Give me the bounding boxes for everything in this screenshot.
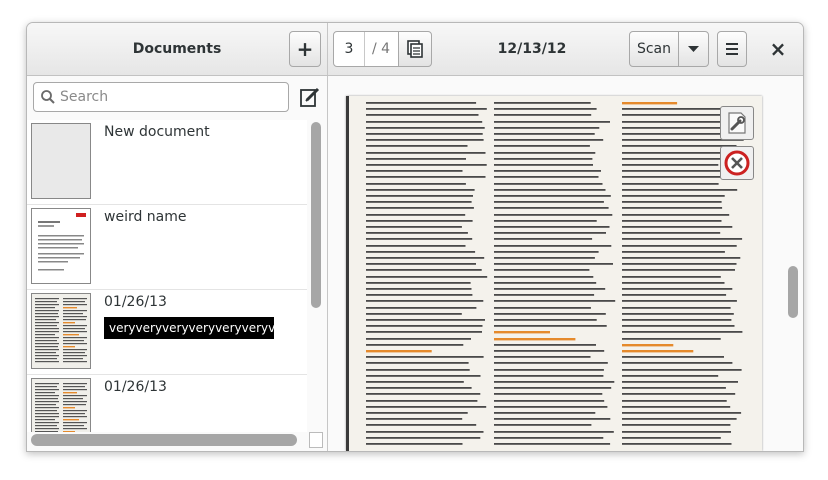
document-thumbnail <box>31 123 91 199</box>
rename-field[interactable]: veryveryveryveryveryveryveryveryvery <box>104 317 274 339</box>
page-viewer-scrollbar[interactable] <box>788 266 798 318</box>
document-row-new[interactable]: New document <box>27 120 307 205</box>
page-selector: 3 / 4 <box>333 31 432 67</box>
add-document-button[interactable]: + <box>289 31 321 67</box>
header-bar: Documents + 3 / 4 12/13/12 Scan × <box>27 23 803 76</box>
scrollbar-thumb[interactable] <box>311 122 321 308</box>
delete-icon <box>724 150 750 176</box>
pages-view-button[interactable] <box>398 31 432 67</box>
sidebar-title: Documents <box>132 41 222 57</box>
document-name: 01/26/13 <box>104 379 167 395</box>
document-list-horizontal-scrollbar[interactable] <box>31 434 297 446</box>
document-thumbnail <box>31 293 91 369</box>
close-icon: × <box>769 37 787 61</box>
documents-sidebar: New document <box>27 76 328 451</box>
document-row-selected[interactable]: 01/26/13 veryveryveryveryveryveryveryver… <box>27 290 307 375</box>
search-icon <box>41 90 55 104</box>
scanned-page-image <box>346 96 762 451</box>
document-list-scrollbar[interactable] <box>309 120 323 432</box>
page-total-label: / 4 <box>371 41 391 57</box>
search-input[interactable] <box>60 83 280 111</box>
scan-dropdown-button[interactable] <box>678 31 709 67</box>
scan-button-group: Scan <box>629 31 709 67</box>
wrench-icon <box>728 112 746 134</box>
scrollbar-corner <box>309 432 323 448</box>
page-current-value[interactable]: 3 <box>334 32 365 66</box>
document-thumbnail <box>31 208 91 284</box>
document-row-weird-name[interactable]: weird name <box>27 205 307 290</box>
delete-page-button[interactable] <box>720 146 754 180</box>
document-date: 12/13/12 <box>497 41 567 57</box>
sidebar-header: Documents + <box>27 23 328 75</box>
main-window: Documents + 3 / 4 12/13/12 Scan × Search… <box>26 22 804 452</box>
document-row[interactable]: 01/26/13 <box>27 375 307 432</box>
page-settings-button[interactable] <box>720 106 754 140</box>
document-name: weird name <box>104 209 187 225</box>
plus-icon: + <box>296 37 314 61</box>
scan-button[interactable]: Scan <box>629 31 679 67</box>
edit-icon <box>300 87 320 107</box>
page-viewer <box>328 76 803 451</box>
pages-icon <box>407 40 423 58</box>
rename-document-button[interactable] <box>299 84 321 110</box>
chevron-down-icon <box>688 46 699 52</box>
document-name: 01/26/13 <box>104 294 167 310</box>
close-button[interactable]: × <box>761 31 795 67</box>
search-box <box>33 82 289 112</box>
document-list: New document weird name 01/26/13 veryver… <box>27 120 307 432</box>
hamburger-menu-icon <box>726 43 738 55</box>
document-name: New document <box>104 124 210 140</box>
document-thumbnail <box>31 378 91 432</box>
menu-button[interactable] <box>717 31 747 67</box>
